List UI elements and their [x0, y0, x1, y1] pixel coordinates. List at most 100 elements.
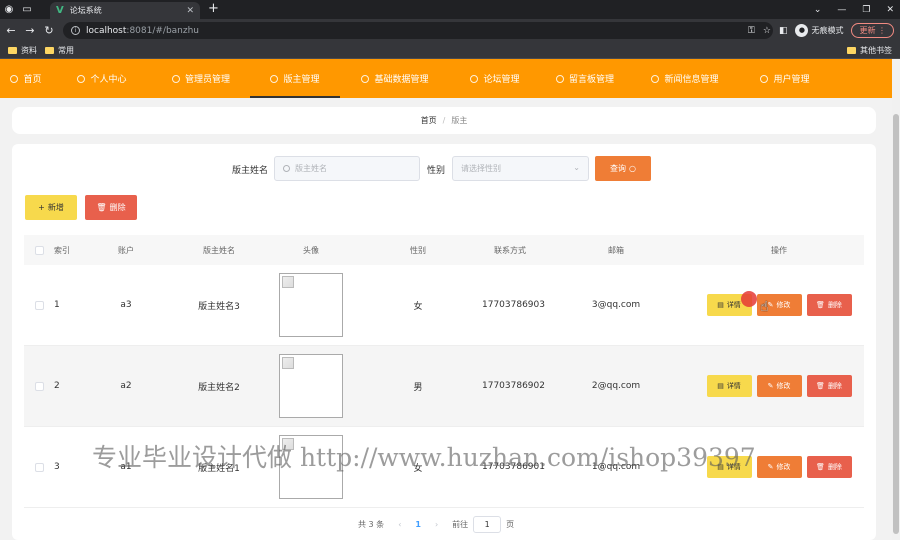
site-info-icon[interactable]: i: [71, 26, 80, 35]
page-scrollbar[interactable]: [892, 59, 900, 540]
nav-item-moderator[interactable]: 版主管理: [250, 59, 340, 98]
bookmarks-bar: 资料 常用 其他书签: [0, 42, 900, 59]
row-select-cell: [24, 462, 54, 472]
forward-icon[interactable]: →: [22, 24, 38, 37]
page-unit: 页: [506, 520, 515, 529]
url-path: :8081/#/banzhu: [126, 25, 200, 36]
bookmark-folder[interactable]: 资料: [8, 45, 37, 56]
page-number[interactable]: 1: [415, 520, 421, 529]
header-index: 索引: [54, 245, 70, 255]
plus-icon: +: [38, 203, 45, 212]
hand-cursor-icon: ☝: [760, 299, 769, 315]
tab-title: 论坛系统: [69, 6, 102, 15]
edit-button[interactable]: ✎ 修改: [756, 375, 802, 397]
row-checkbox[interactable]: [34, 462, 44, 472]
incognito-indicator[interactable]: ● 无痕模式: [795, 24, 843, 37]
vue-logo-icon: V: [56, 5, 64, 16]
goto-page-input[interactable]: 1: [473, 516, 502, 533]
row-actions: ▤ 详情 ✎ 修改 🗑 删除: [694, 294, 864, 316]
header-phone: 联系方式: [494, 245, 526, 255]
nav-item-forum[interactable]: 论坛管理: [450, 59, 540, 98]
goto-label: 前往: [452, 520, 469, 529]
edit-button[interactable]: ✎ 修改: [756, 456, 802, 478]
nav-item-profile[interactable]: 个人中心: [52, 59, 152, 98]
back-icon[interactable]: ←: [3, 24, 19, 37]
detail-button[interactable]: ▤ 详情: [706, 375, 752, 397]
nav-item-base-data[interactable]: 基础数据管理: [340, 59, 450, 98]
row-checkbox[interactable]: [34, 300, 44, 310]
folder-icon: [45, 46, 54, 54]
header-gender: 性别: [410, 245, 426, 255]
browser-menu-icon[interactable]: ◉: [0, 0, 18, 19]
name-placeholder: 版主姓名: [295, 164, 327, 173]
delete-button[interactable]: 🗑 删除: [806, 294, 852, 316]
row-actions: ▤ 详情 ✎ 修改 🗑 删除: [694, 375, 864, 397]
nav-item-users[interactable]: 用户管理: [740, 59, 830, 98]
top-nav: 首页 个人中心 管理员管理 版主管理 基础数据管理 论坛管理 留言板管理 新闻信…: [0, 59, 892, 98]
breadcrumb-home[interactable]: 首页: [421, 115, 437, 126]
gender-select[interactable]: 请选择性别 ⌄: [452, 156, 589, 181]
goto-page: 前往 1 页: [452, 516, 514, 533]
name-search-input[interactable]: 版主姓名: [274, 156, 420, 181]
cell-email: 2@qq.com: [591, 381, 641, 391]
close-window-icon[interactable]: ✕: [886, 5, 894, 15]
browser-tab[interactable]: V 论坛系统 ✕: [50, 2, 200, 19]
gender-label: 性别: [427, 166, 446, 176]
cell-email: 3@qq.com: [591, 300, 641, 310]
reload-icon[interactable]: ↻: [41, 24, 57, 37]
side-panel-icon[interactable]: ◧: [779, 26, 788, 36]
cell-index: 2: [54, 381, 60, 391]
gender-placeholder: 请选择性别: [461, 164, 501, 173]
batch-delete-button[interactable]: 🗑 删除: [85, 195, 137, 220]
header-account: 账户: [118, 245, 134, 255]
watermark: 专业毕业设计代做 http://www.huzhan.com/ishop3939…: [92, 443, 756, 472]
bookmark-star-icon[interactable]: ☆: [763, 26, 771, 36]
minimize-icon[interactable]: —: [837, 5, 846, 15]
moderator-icon: [270, 74, 279, 83]
nav-item-news[interactable]: 新闻信息管理: [630, 59, 740, 98]
cell-gender: 男: [413, 382, 423, 393]
trash-icon: 🗑: [816, 463, 825, 471]
click-highlight: [741, 291, 757, 307]
table-row: 2 a2 版主姓名2 男 17703786902 2@qq.com ▤ 详情 ✎ 修…: [24, 346, 864, 427]
cell-phone: 17703786903: [482, 300, 545, 310]
cell-avatar: [268, 273, 354, 337]
query-button[interactable]: 查询 ○: [595, 156, 651, 181]
restore-icon[interactable]: ❐: [862, 5, 870, 15]
pencil-icon: ✎: [767, 463, 774, 471]
avatar-broken-image: [279, 273, 343, 337]
admin-icon: [171, 74, 180, 83]
browser-tab-strip: ◉ ▭ V 论坛系统 ✕ + ⌄ — ❐ ✕: [0, 0, 900, 19]
window-controls: ⌄ — ❐ ✕: [814, 0, 894, 19]
user-icon: [77, 74, 86, 83]
cell-account: a3: [120, 300, 132, 310]
delete-button[interactable]: 🗑 删除: [806, 456, 852, 478]
tab-list-icon[interactable]: ⌄: [814, 5, 822, 15]
cell-index: 3: [54, 462, 60, 472]
header-ops: 操作: [771, 245, 787, 255]
row-checkbox[interactable]: [34, 381, 44, 391]
nav-item-admin[interactable]: 管理员管理: [152, 59, 250, 98]
other-bookmarks[interactable]: 其他书签: [847, 42, 892, 59]
url-input[interactable]: i localhost:8081/#/banzhu: [63, 22, 773, 39]
nav-item-message-board[interactable]: 留言板管理: [540, 59, 630, 98]
chevron-down-icon: ⌄: [573, 163, 580, 172]
tab-search-icon[interactable]: ▭: [18, 0, 36, 19]
total-count: 共 3 条: [358, 520, 385, 529]
trash-icon: 🗑: [816, 382, 825, 390]
folder-icon: [847, 47, 856, 54]
add-button[interactable]: + 新增: [25, 195, 77, 220]
cell-index: 1: [54, 300, 60, 310]
prev-page-icon[interactable]: ‹: [398, 520, 401, 529]
scrollbar-thumb[interactable]: [893, 114, 899, 534]
nav-item-home[interactable]: 首页: [0, 59, 52, 98]
next-page-icon[interactable]: ›: [435, 520, 438, 529]
key-icon[interactable]: ⚿: [748, 26, 755, 36]
delete-button[interactable]: 🗑 删除: [806, 375, 852, 397]
bookmark-folder[interactable]: 常用: [45, 45, 74, 56]
close-tab-icon[interactable]: ✕: [186, 6, 194, 16]
document-icon: ▤: [717, 382, 724, 390]
select-all-checkbox[interactable]: [34, 245, 44, 255]
new-tab-icon[interactable]: +: [208, 1, 219, 16]
update-button[interactable]: 更新 ⋮: [851, 23, 894, 38]
